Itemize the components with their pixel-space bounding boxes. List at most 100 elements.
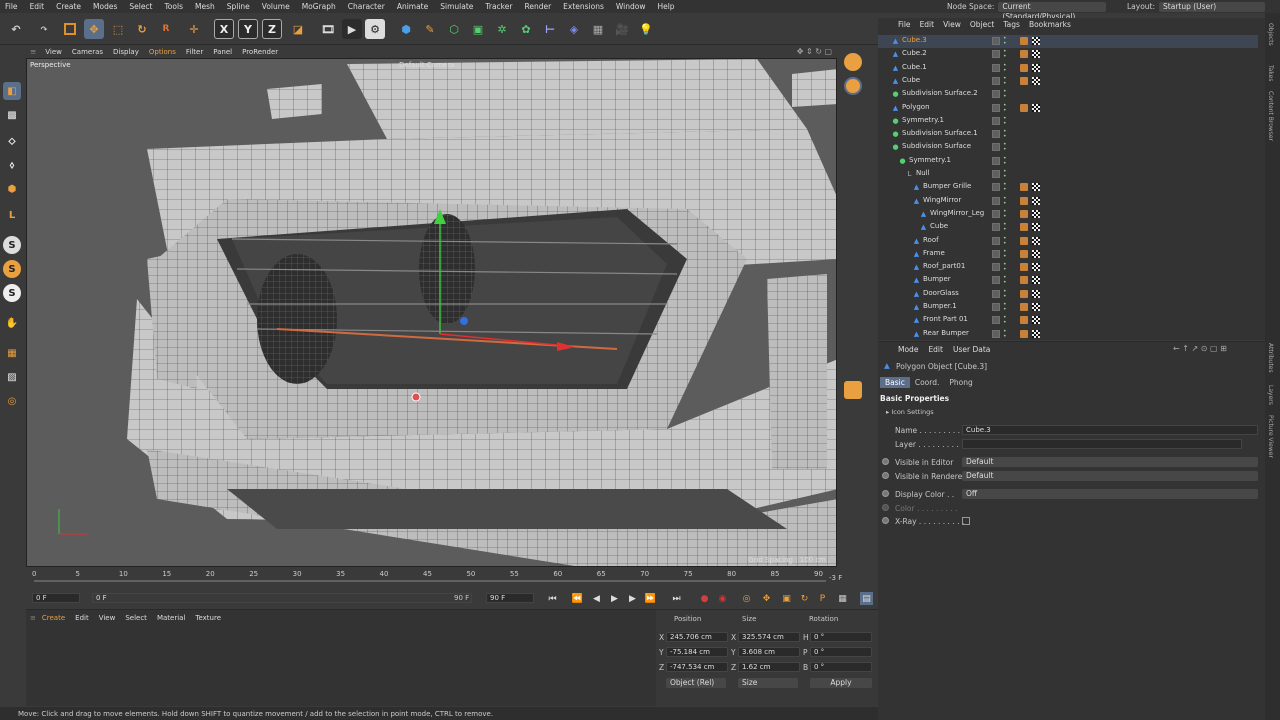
mat-menu-texture[interactable]: Texture	[195, 614, 221, 622]
viewport-menu-panel[interactable]: Panel	[208, 48, 237, 56]
object-row[interactable]: ▲ Polygon • •	[878, 102, 1258, 115]
field-icon[interactable]: ⊢	[540, 19, 560, 39]
object-row[interactable]: ▲ Cube • •	[878, 75, 1258, 88]
object-row[interactable]: ▲ Bumper Grille • •	[878, 181, 1258, 194]
viewport-menu-cameras[interactable]: Cameras	[67, 48, 108, 56]
om-menu-view[interactable]: View	[943, 20, 961, 29]
rotation-h-field[interactable]: 0 °	[810, 632, 872, 642]
next-key-icon[interactable]: ⏩	[644, 592, 657, 605]
texture-tag-icon[interactable]	[1032, 276, 1040, 285]
goto-start-icon[interactable]: ⏮	[546, 592, 559, 605]
prev-key-icon[interactable]: ⏪	[571, 592, 584, 605]
render-dots-icon[interactable]: • •	[1003, 36, 1007, 47]
object-row[interactable]: ▲ Bumper.1 • •	[878, 301, 1258, 314]
render-dots-icon[interactable]: • •	[1003, 75, 1007, 86]
object-row[interactable]: ▲ Cube.2 • •	[878, 48, 1258, 61]
render-settings-icon[interactable]: ⚙	[365, 19, 385, 39]
phong-tag-icon[interactable]	[1020, 50, 1028, 59]
phong-tag-icon[interactable]	[1020, 196, 1028, 205]
phong-tag-icon[interactable]	[1020, 263, 1028, 272]
menu-window[interactable]: Window	[610, 2, 652, 11]
object-row[interactable]: ▲ WingMirror • •	[878, 195, 1258, 208]
phong-tag-icon[interactable]	[1020, 37, 1028, 45]
render-dots-icon[interactable]: • •	[1003, 195, 1007, 206]
current-frame-field[interactable]: 0 F	[32, 593, 80, 603]
visibility-toggle[interactable]	[992, 130, 1000, 139]
render-dots-icon[interactable]: • •	[1003, 235, 1007, 246]
display-color-dropdown[interactable]: Off	[962, 489, 1258, 499]
node-space-dropdown[interactable]: Current (Standard/Physical)	[998, 1, 1107, 21]
panel-menu-icon[interactable]: ≡	[30, 614, 36, 622]
object-row[interactable]: ▲ Rear Bumper • •	[878, 328, 1258, 340]
texture-tag-icon[interactable]	[1032, 183, 1040, 192]
menu-spline[interactable]: Spline	[221, 2, 256, 11]
coordinate-system-icon[interactable]: ◪	[288, 19, 308, 39]
timeline-ruler[interactable]: 0 5 10 15 20 25 30 35 40 45 50 55 60 65 70 75 80 85 90 -3 …	[26, 567, 878, 589]
object-row[interactable]: ▲ Frame • •	[878, 248, 1258, 261]
locked-workplane-icon[interactable]: ▨	[3, 368, 21, 386]
axis-mode-icon[interactable]: L	[3, 206, 21, 224]
tab-coord[interactable]: Coord.	[910, 377, 945, 388]
subdivision-icon[interactable]: ⬡	[444, 19, 464, 39]
phong-tag-icon[interactable]	[1020, 209, 1028, 218]
visibility-toggle[interactable]	[992, 37, 1000, 45]
visibility-toggle[interactable]	[992, 170, 1000, 178]
phong-tag-icon[interactable]	[1020, 329, 1028, 338]
icon-settings-toggle[interactable]: ▸ Icon Settings	[886, 408, 934, 416]
phong-tag-icon[interactable]	[1020, 303, 1028, 311]
render-dots-icon[interactable]: • •	[1003, 275, 1007, 286]
phong-tag-icon[interactable]	[1020, 76, 1028, 85]
timeline-window-icon[interactable]: ▤	[860, 592, 873, 605]
tab-phong[interactable]: Phong	[944, 377, 977, 388]
texture-tag-icon[interactable]	[1032, 50, 1040, 59]
render-picture-icon[interactable]: ▶	[342, 19, 362, 39]
visibility-toggle[interactable]	[992, 76, 1000, 85]
anim-dot-icon[interactable]	[882, 490, 889, 497]
attr-menu-userdata[interactable]: User Data	[953, 345, 990, 354]
texture-tag-icon[interactable]	[1032, 316, 1040, 325]
redo-icon[interactable]: ↷	[34, 19, 54, 39]
x-axis-lock-icon[interactable]: X	[214, 19, 234, 39]
visibility-toggle[interactable]	[992, 156, 1000, 165]
floor-icon[interactable]: ▦	[588, 19, 608, 39]
texture-tag-icon[interactable]	[1032, 329, 1040, 338]
play-icon[interactable]: ▶	[608, 592, 621, 605]
attr-menu-mode[interactable]: Mode	[898, 345, 918, 354]
om-menu-object[interactable]: Object	[970, 20, 994, 29]
viewport-menu-filter[interactable]: Filter	[181, 48, 208, 56]
layout-dropdown[interactable]: Startup (User)	[1159, 1, 1266, 12]
side-tab-content-browser[interactable]: Content Browser	[1267, 91, 1274, 141]
phong-tag-icon[interactable]	[1020, 183, 1028, 192]
texture-tag-icon[interactable]	[1032, 37, 1040, 45]
visibility-toggle[interactable]	[992, 263, 1000, 272]
points-mode-icon[interactable]: ⬦	[3, 132, 21, 150]
render-dots-icon[interactable]: • •	[1003, 302, 1007, 313]
light-icon[interactable]: 💡	[636, 19, 656, 39]
viewport-nav-icons[interactable]: ✥ ⇕ ↻ ▢	[797, 47, 838, 56]
render-dots-icon[interactable]: • •	[1003, 328, 1007, 339]
object-row[interactable]: ▲ Roof_part01 • •	[878, 261, 1258, 274]
visible-renderer-dropdown[interactable]: Default	[962, 471, 1258, 481]
visibility-toggle[interactable]	[992, 116, 1000, 125]
rotate-tool-icon[interactable]: ↻	[132, 19, 152, 39]
cloner-icon[interactable]: ✲	[492, 19, 512, 39]
visibility-toggle[interactable]	[992, 63, 1000, 72]
visibility-toggle[interactable]	[992, 223, 1000, 232]
mat-menu-edit[interactable]: Edit	[75, 614, 89, 622]
anim-dot-icon[interactable]	[882, 458, 889, 465]
object-row[interactable]: ▲ Cube.3 • •	[878, 35, 1258, 48]
phong-tag-icon[interactable]	[1020, 223, 1028, 232]
camera-icon[interactable]: 🎥	[612, 19, 632, 39]
object-row[interactable]: ● Subdivision Surface.2 • •	[878, 88, 1258, 101]
object-row[interactable]: ▲ Bumper • •	[878, 274, 1258, 287]
object-row[interactable]: ● Subdivision Surface • •	[878, 141, 1258, 154]
record-key-icon[interactable]: ●	[698, 592, 711, 605]
anim-dot-icon[interactable]	[882, 472, 889, 479]
object-row[interactable]: ● Symmetry.1 • •	[878, 155, 1258, 168]
texture-mode-icon[interactable]: ▩	[3, 106, 21, 124]
visibility-toggle[interactable]	[992, 276, 1000, 285]
side-tab-objects[interactable]: Objects	[1267, 23, 1274, 46]
solo-icon[interactable]: ◎	[3, 392, 21, 410]
attr-nav-icons[interactable]: ← ↑ ↗ ⊙ ▢ ⊞	[1173, 344, 1227, 353]
snap-settings-icon[interactable]: S	[3, 260, 21, 278]
